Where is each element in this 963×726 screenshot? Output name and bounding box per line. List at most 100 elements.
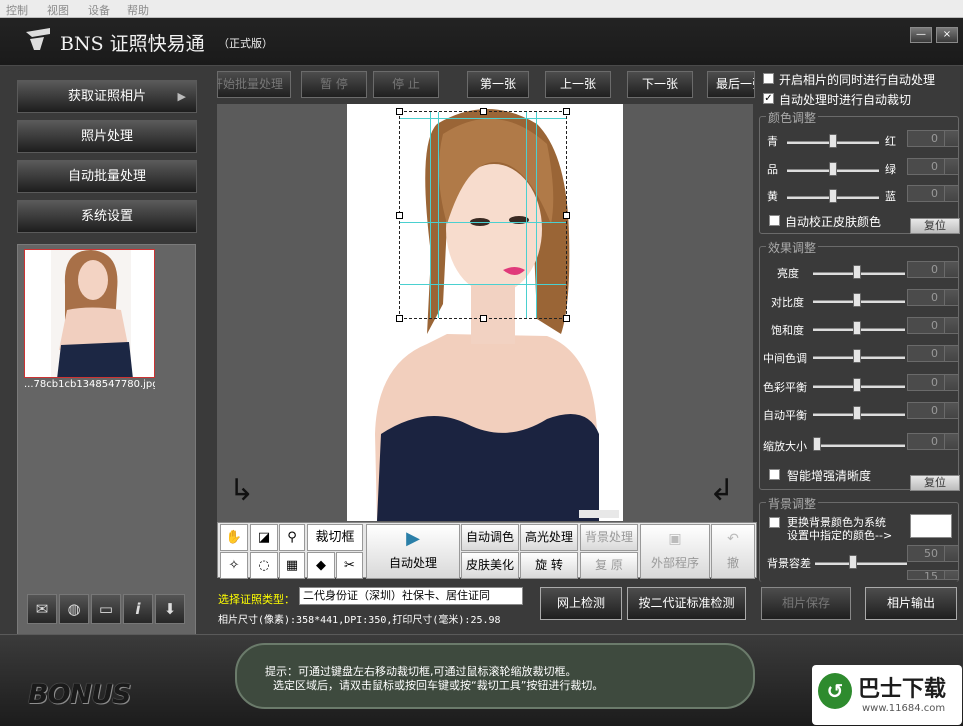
crop-handle[interactable] bbox=[480, 315, 487, 322]
save-photo-button[interactable]: 相片保存 bbox=[761, 587, 851, 620]
standard-check-button[interactable]: 按二代证标准检测 bbox=[627, 587, 746, 620]
crop-handle[interactable] bbox=[396, 315, 403, 322]
crop-tool-button[interactable]: 裁切框 bbox=[307, 524, 363, 551]
restore-button[interactable]: 复 原 bbox=[580, 552, 638, 579]
minimize-button[interactable]: — bbox=[910, 27, 932, 43]
download-icon[interactable]: ⬇ bbox=[155, 594, 185, 624]
eraser-tool-icon[interactable]: ◪ bbox=[250, 524, 278, 551]
bg-second-spinner[interactable]: 15 bbox=[907, 570, 959, 580]
menu-control[interactable]: 控制 bbox=[6, 2, 28, 18]
color-reset-button[interactable]: 复位 bbox=[910, 218, 960, 234]
auto-skin-checkbox[interactable] bbox=[769, 215, 780, 226]
yellow-label: 黄 bbox=[767, 190, 778, 203]
main-area: 获取证照相片 ▶ 照片处理 自动批量处理 系统设置 ...78cb1cb1348… bbox=[0, 66, 963, 652]
rotate-left-icon[interactable]: ↳ bbox=[229, 476, 254, 506]
brightness-slider-knob[interactable] bbox=[853, 265, 861, 279]
close-button[interactable]: × bbox=[936, 27, 958, 43]
info-icon[interactable]: i bbox=[123, 594, 153, 624]
menu-view[interactable]: 视图 bbox=[47, 2, 69, 18]
auto-crop-checkbox[interactable]: ✓ bbox=[763, 93, 774, 104]
red-label: 红 bbox=[885, 135, 896, 148]
previous-button[interactable]: 上一张 bbox=[545, 71, 611, 98]
auto-process-on-open-checkbox[interactable] bbox=[763, 73, 774, 84]
crop-handle[interactable] bbox=[563, 212, 570, 219]
auto-color-button[interactable]: 自动调色 bbox=[461, 524, 519, 551]
scissors-tool-icon[interactable]: ✂ bbox=[336, 552, 363, 579]
rotate-right-icon[interactable]: ↲ bbox=[709, 476, 734, 506]
background-process-button[interactable]: 背景处理 bbox=[580, 524, 638, 551]
bg-tolerance-slider[interactable] bbox=[815, 562, 907, 565]
next-button[interactable]: 下一张 bbox=[627, 71, 693, 98]
skin-beautify-button[interactable]: 皮肤美化 bbox=[461, 552, 519, 579]
auto-balance-label: 自动平衡 bbox=[763, 409, 807, 422]
online-check-button[interactable]: 网上检测 bbox=[540, 587, 622, 620]
hand-tool-icon[interactable]: ✋ bbox=[220, 524, 248, 551]
right-panel: 开启相片的同时进行自动处理 ✓ 自动处理时进行自动裁切 颜色调整 青 红 0 品… bbox=[757, 66, 963, 634]
photo-canvas[interactable]: ↳ ↲ bbox=[217, 104, 753, 522]
thumbnail-image[interactable] bbox=[24, 249, 155, 378]
pause-button[interactable]: 暂 停 bbox=[301, 71, 367, 98]
photo-process-button[interactable]: 照片处理 bbox=[17, 120, 197, 153]
last-button[interactable]: 最后一张 bbox=[707, 71, 755, 98]
auto-balance-slider-knob[interactable] bbox=[853, 406, 861, 420]
lasso-tool-icon[interactable]: ◌ bbox=[250, 552, 278, 579]
globe-icon[interactable]: ◍ bbox=[59, 594, 89, 624]
external-program-button[interactable]: ▣ 外部程序 bbox=[640, 524, 710, 579]
undo-button[interactable]: ↶ 撤 bbox=[711, 524, 755, 579]
change-bg-checkbox[interactable] bbox=[769, 517, 780, 528]
color-balance-slider-knob[interactable] bbox=[853, 378, 861, 392]
scale-slider-knob[interactable] bbox=[813, 437, 821, 451]
sharpen-checkbox[interactable] bbox=[769, 469, 780, 480]
scale-spinner[interactable]: 0 bbox=[907, 433, 959, 450]
bg-tolerance-spinner[interactable]: 50 bbox=[907, 545, 959, 562]
system-settings-button[interactable]: 系统设置 bbox=[17, 200, 197, 233]
cyan-red-slider-knob[interactable] bbox=[829, 134, 837, 148]
contrast-slider-knob[interactable] bbox=[853, 293, 861, 307]
crop-handle[interactable] bbox=[396, 108, 403, 115]
contrast-spinner[interactable]: 0 bbox=[907, 289, 959, 306]
crop-handle[interactable] bbox=[563, 315, 570, 322]
watermark: ↺ 巴士下载 www.11684.com bbox=[812, 665, 962, 725]
first-button[interactable]: 第一张 bbox=[467, 71, 529, 98]
midtone-slider-knob[interactable] bbox=[853, 349, 861, 363]
fill-tool-icon[interactable]: ◆ bbox=[307, 552, 335, 579]
book-icon[interactable]: ▭ bbox=[91, 594, 121, 624]
magenta-green-slider-knob[interactable] bbox=[829, 162, 837, 176]
output-photo-button[interactable]: 相片输出 bbox=[865, 587, 957, 620]
saturation-slider-knob[interactable] bbox=[853, 321, 861, 335]
zoom-tool-icon[interactable]: ⚲ bbox=[279, 524, 305, 551]
crop-handle[interactable] bbox=[396, 212, 403, 219]
crop-handle[interactable] bbox=[563, 108, 570, 115]
menu-device[interactable]: 设备 bbox=[88, 2, 110, 18]
batch-process-button[interactable]: 自动批量处理 bbox=[17, 160, 197, 193]
crop-guide bbox=[400, 284, 566, 285]
title-bar: BNS 证照快易通 （正式版） — × bbox=[0, 18, 963, 66]
auto-balance-spinner[interactable]: 0 bbox=[907, 402, 959, 419]
bg-color-swatch[interactable] bbox=[910, 514, 952, 538]
saturation-spinner[interactable]: 0 bbox=[907, 317, 959, 334]
chat-icon[interactable]: ✉ bbox=[27, 594, 57, 624]
color-balance-spinner[interactable]: 0 bbox=[907, 374, 959, 391]
mosaic-tool-icon[interactable]: ▦ bbox=[279, 552, 305, 579]
menu-bar: 控制 视图 设备 帮助 bbox=[0, 0, 963, 18]
magenta-green-spinner[interactable]: 0 bbox=[907, 158, 959, 175]
highlight-button[interactable]: 高光处理 bbox=[520, 524, 578, 551]
stop-button[interactable]: 停 止 bbox=[373, 71, 439, 98]
cyan-red-spinner[interactable]: 0 bbox=[907, 130, 959, 147]
auto-process-button[interactable]: ▶ 自动处理 bbox=[366, 524, 460, 579]
scale-slider[interactable] bbox=[813, 444, 905, 447]
brightness-spinner[interactable]: 0 bbox=[907, 261, 959, 278]
id-type-select[interactable]: 二代身份证（深圳）社保卡、居住证同 bbox=[299, 587, 523, 605]
get-photo-button[interactable]: 获取证照相片 ▶ bbox=[17, 80, 197, 113]
menu-help[interactable]: 帮助 bbox=[127, 2, 149, 18]
crop-frame[interactable] bbox=[396, 108, 570, 322]
magic-wand-icon[interactable]: ✧ bbox=[220, 552, 248, 579]
bg-tolerance-slider-knob[interactable] bbox=[849, 555, 857, 569]
rotate-button[interactable]: 旋 转 bbox=[520, 552, 578, 579]
midtone-spinner[interactable]: 0 bbox=[907, 345, 959, 362]
crop-handle[interactable] bbox=[480, 108, 487, 115]
yellow-blue-spinner[interactable]: 0 bbox=[907, 185, 959, 202]
yellow-blue-slider-knob[interactable] bbox=[829, 189, 837, 203]
start-batch-button[interactable]: 开始批量处理 bbox=[217, 71, 291, 98]
effect-reset-button[interactable]: 复位 bbox=[910, 475, 960, 491]
